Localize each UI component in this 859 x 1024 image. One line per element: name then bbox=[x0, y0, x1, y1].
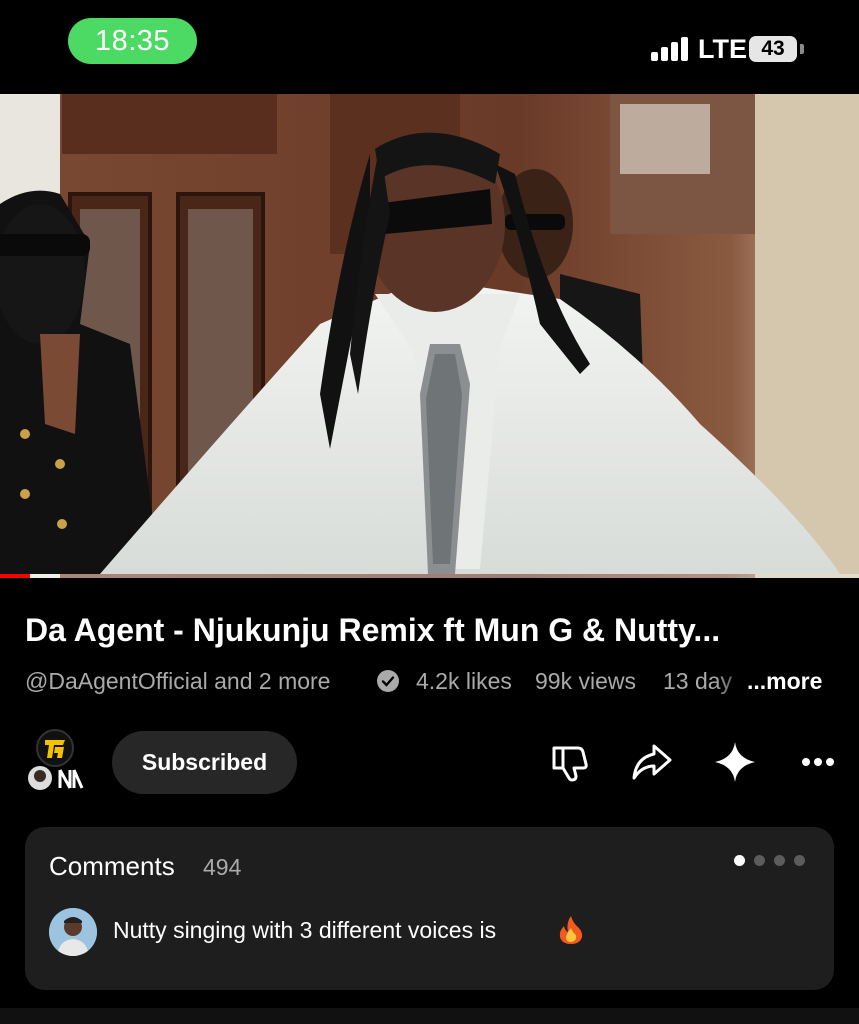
top-comment-text: Nutty singing with 3 different voices is bbox=[113, 917, 497, 943]
carousel-dot bbox=[734, 855, 745, 866]
like-count: 4.2k likes bbox=[416, 668, 512, 694]
signal-icon bbox=[651, 37, 691, 61]
carousel-dot bbox=[774, 855, 785, 866]
video-meta[interactable]: @DaAgentOfficial and 2 more 4.2k likes 9… bbox=[25, 668, 835, 698]
status-bar: 18:35 LTE 43 bbox=[0, 0, 859, 94]
comments-carousel-dots bbox=[734, 855, 806, 867]
more-link[interactable]: ...more bbox=[747, 668, 822, 695]
view-count: 99k views bbox=[535, 668, 636, 694]
carousel-dot bbox=[794, 855, 805, 866]
commenter-avatar-image bbox=[49, 908, 97, 956]
comments-count: 494 bbox=[203, 854, 242, 880]
video-progress-bar[interactable] bbox=[0, 574, 859, 578]
sparkle-icon[interactable] bbox=[713, 740, 757, 784]
network-type: LTE bbox=[698, 34, 747, 64]
video-frame bbox=[0, 94, 859, 578]
commenter-avatar[interactable] bbox=[49, 908, 97, 956]
video-progress-fill bbox=[0, 574, 31, 578]
verified-icon bbox=[377, 670, 399, 692]
video-player[interactable] bbox=[0, 94, 859, 578]
video-title[interactable]: Da Agent - Njukunju Remix ft Mun G & Nut… bbox=[25, 612, 825, 649]
share-icon[interactable] bbox=[630, 740, 674, 784]
more-icon[interactable] bbox=[796, 740, 840, 784]
status-time: 18:35 bbox=[68, 18, 197, 64]
carousel-dot bbox=[754, 855, 765, 866]
fire-icon bbox=[559, 916, 583, 944]
battery-icon: 43 bbox=[749, 36, 797, 62]
channel-name[interactable]: @DaAgentOfficial and 2 more bbox=[25, 668, 330, 695]
channel-avatar[interactable] bbox=[24, 728, 84, 796]
battery-tip bbox=[800, 44, 804, 54]
comments-panel[interactable]: Comments 494 Nutty singing with 3 differ… bbox=[25, 827, 834, 990]
comments-title: Comments bbox=[49, 851, 175, 881]
next-section-edge bbox=[0, 1008, 859, 1024]
dislike-icon[interactable] bbox=[548, 740, 592, 784]
subscribed-button[interactable]: Subscribed bbox=[112, 731, 297, 794]
